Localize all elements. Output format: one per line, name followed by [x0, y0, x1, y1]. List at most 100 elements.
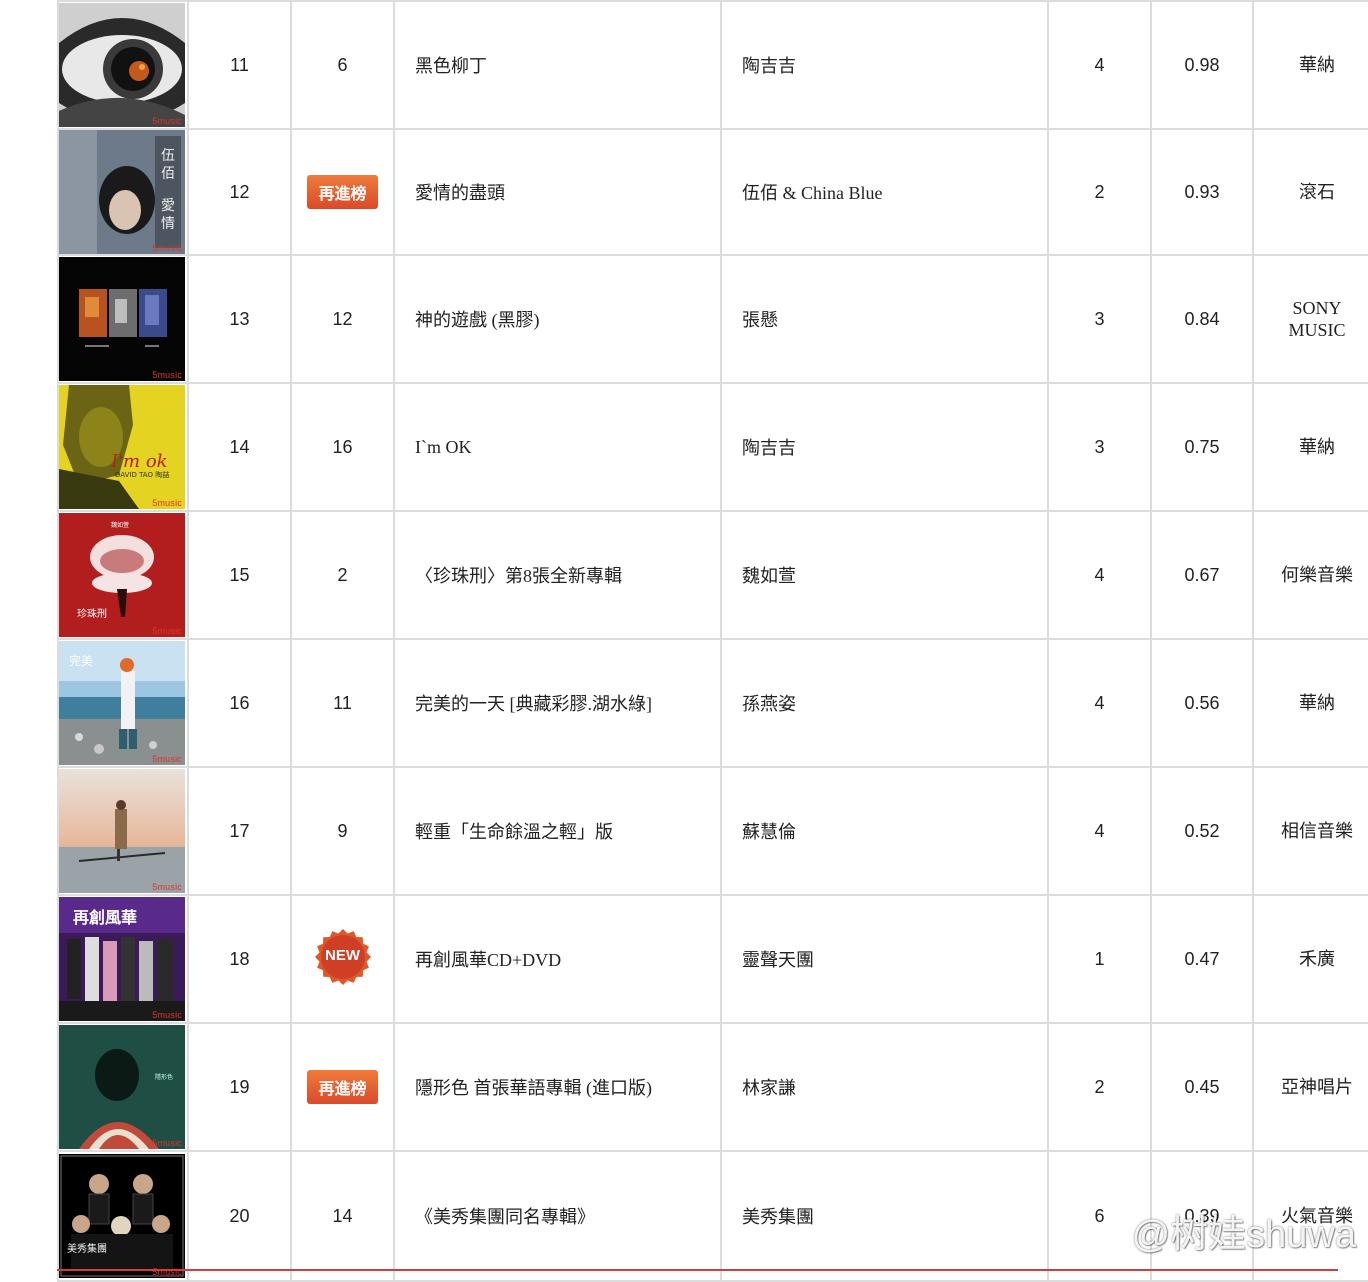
group-cover[interactable]: 再創風華 5music — [59, 897, 185, 1021]
artist-name[interactable]: 林家謙 — [720, 1022, 1049, 1152]
last-week-cell: 12 — [290, 254, 395, 384]
chart-row: 再創風華 5music 18 NEW 再創風華CD+DVD 靈聲天團 1 0.4… — [57, 894, 1368, 1024]
bottom-rule — [57, 1269, 1338, 1271]
beach-cover[interactable]: 完美 5music — [59, 641, 185, 765]
artist-name[interactable]: 張懸 — [720, 254, 1049, 384]
last-week-cell: 9 — [290, 766, 395, 896]
new-badge: NEW — [314, 928, 372, 986]
last-week-cell: NEW — [290, 894, 395, 1024]
last-week-cell: 6 — [290, 0, 395, 130]
sales-share: 0.67 — [1150, 510, 1254, 640]
record-label: 亞神唱片 — [1252, 1022, 1368, 1152]
album-cover-cell: 再創風華 5music — [57, 894, 189, 1024]
chart-row: 5music 17 9 輕重「生命餘溫之輕」版 蘇慧倫 4 0.52 相信音樂 — [57, 766, 1368, 896]
chart-body: 5music 11 6 黑色柳丁 陶吉吉 4 0.98 華納 伍 佰 愛 情 5… — [57, 0, 1368, 1282]
album-title[interactable]: 輕重「生命餘溫之輕」版 — [393, 766, 722, 896]
chart-row: 完美 5music 16 11 完美的一天 [典藏彩膠.湖水綠] 孫燕姿 4 0… — [57, 638, 1368, 768]
svg-text:愛: 愛 — [161, 198, 175, 214]
chart-row: 珍珠刑 魏如萱 5music 15 2 〈珍珠刑〉第8張全新專輯 魏如萱 4 0… — [57, 510, 1368, 640]
last-week-rank: 14 — [332, 1205, 353, 1226]
record-label: 禾廣 — [1252, 894, 1368, 1024]
current-rank: 12 — [187, 128, 292, 256]
last-week-rank: 6 — [337, 54, 348, 75]
cover-mark: 5music — [152, 116, 182, 126]
eye-cover[interactable]: 5music — [59, 3, 185, 127]
portrait-cover[interactable]: 伍 佰 愛 情 5music — [59, 130, 185, 254]
album-title[interactable]: I`m OK — [393, 382, 722, 512]
artist-name[interactable]: 陶吉吉 — [720, 382, 1049, 512]
album-title[interactable]: 再創風華CD+DVD — [393, 894, 722, 1024]
current-rank: 11 — [187, 0, 292, 130]
svg-text:伍: 伍 — [161, 148, 175, 164]
svg-text:魏如萱: 魏如萱 — [111, 521, 129, 529]
last-week-rank: 9 — [337, 820, 348, 841]
green-cover[interactable]: 隱形色 5music — [59, 1025, 185, 1149]
chart-row: I'm ok DAVID TAO 陶喆 5music 14 16 I`m OK … — [57, 382, 1368, 512]
current-rank: 19 — [187, 1022, 292, 1152]
weeks-on-chart: 2 — [1047, 128, 1152, 256]
chart-row: 5music 13 12 神的遊戲 (黑膠) 張懸 3 0.84 SONY MU… — [57, 254, 1368, 384]
album-cover-cell: 5music — [57, 0, 189, 130]
sales-share: 0.84 — [1150, 254, 1254, 384]
sunset-cover[interactable]: 5music — [59, 769, 185, 893]
artist-name[interactable]: 孫燕姿 — [720, 638, 1049, 768]
artist-name[interactable]: 蘇慧倫 — [720, 766, 1049, 896]
album-title[interactable]: 神的遊戲 (黑膠) — [393, 254, 722, 384]
svg-text:DAVID TAO 陶喆: DAVID TAO 陶喆 — [115, 470, 169, 479]
band-cover[interactable]: 美秀集團 5music — [59, 1154, 185, 1278]
last-week-rank: 2 — [337, 564, 348, 585]
last-week-cell: 2 — [290, 510, 395, 640]
svg-text:再創風華: 再創風華 — [73, 908, 137, 927]
svg-text:美秀集團: 美秀集團 — [67, 1242, 107, 1255]
cover-mark: 5music — [152, 626, 182, 636]
album-title[interactable]: 完美的一天 [典藏彩膠.湖水綠] — [393, 638, 722, 768]
album-title[interactable]: 〈珍珠刑〉第8張全新專輯 — [393, 510, 722, 640]
last-week-rank: 16 — [332, 436, 353, 457]
weeks-on-chart: 1 — [1047, 894, 1152, 1024]
artist-name[interactable]: 魏如萱 — [720, 510, 1049, 640]
album-cover-cell: 5music — [57, 254, 189, 384]
pearl-cover[interactable]: 珍珠刑 魏如萱 5music — [59, 513, 185, 637]
artist-name[interactable]: 陶吉吉 — [720, 0, 1049, 130]
album-title[interactable]: 愛情的盡頭 — [393, 128, 722, 256]
svg-text:情: 情 — [161, 216, 175, 232]
last-week-cell: 再進榜 — [290, 128, 395, 256]
last-week-cell: 16 — [290, 382, 395, 512]
weeks-on-chart: 2 — [1047, 1022, 1152, 1152]
weeks-on-chart: 3 — [1047, 382, 1152, 512]
artist-name[interactable]: 伍佰 & China Blue — [720, 128, 1049, 256]
record-label: 滾石 — [1252, 128, 1368, 256]
cover-mark: 5music — [152, 498, 182, 508]
reentry-badge: 再進榜 — [307, 175, 378, 209]
album-title[interactable]: 黑色柳丁 — [393, 0, 722, 130]
sales-share: 0.75 — [1150, 382, 1254, 512]
last-week-rank: 11 — [333, 692, 352, 713]
current-rank: 15 — [187, 510, 292, 640]
last-week-cell: 14 — [290, 1150, 395, 1282]
chart-row: 隱形色 5music 19 再進榜 隱形色 首張華語專輯 (進口版) 林家謙 2… — [57, 1022, 1368, 1152]
cover-mark: 5music — [152, 1138, 182, 1148]
yellow-cover[interactable]: I'm ok DAVID TAO 陶喆 5music — [59, 385, 185, 509]
cover-mark: 5music — [152, 243, 182, 253]
current-rank: 17 — [187, 766, 292, 896]
sales-share: 0.93 — [1150, 128, 1254, 256]
cover-mark: 5music — [152, 1010, 182, 1020]
album-cover-cell: 伍 佰 愛 情 5music — [57, 128, 189, 256]
record-label: 華納 — [1252, 0, 1368, 130]
sales-share: 0.56 — [1150, 638, 1254, 768]
weeks-on-chart: 3 — [1047, 254, 1152, 384]
current-rank: 18 — [187, 894, 292, 1024]
weeks-on-chart: 4 — [1047, 766, 1152, 896]
weibo-icon — [1080, 1216, 1123, 1249]
album-title[interactable]: 《美秀集團同名專輯》 — [393, 1150, 722, 1282]
record-label: 華納 — [1252, 638, 1368, 768]
record-label: 何樂音樂 — [1252, 510, 1368, 640]
artist-name[interactable]: 靈聲天團 — [720, 894, 1049, 1024]
triptych-cover[interactable]: 5music — [59, 257, 185, 381]
album-title[interactable]: 隱形色 首張華語專輯 (進口版) — [393, 1022, 722, 1152]
chart-table: 5music 11 6 黑色柳丁 陶吉吉 4 0.98 華納 伍 佰 愛 情 5… — [57, 0, 1368, 1282]
album-cover-cell: 隱形色 5music — [57, 1022, 189, 1152]
artist-name[interactable]: 美秀集團 — [720, 1150, 1049, 1282]
record-label: 華納 — [1252, 382, 1368, 512]
cover-mark: 5music — [152, 370, 182, 380]
